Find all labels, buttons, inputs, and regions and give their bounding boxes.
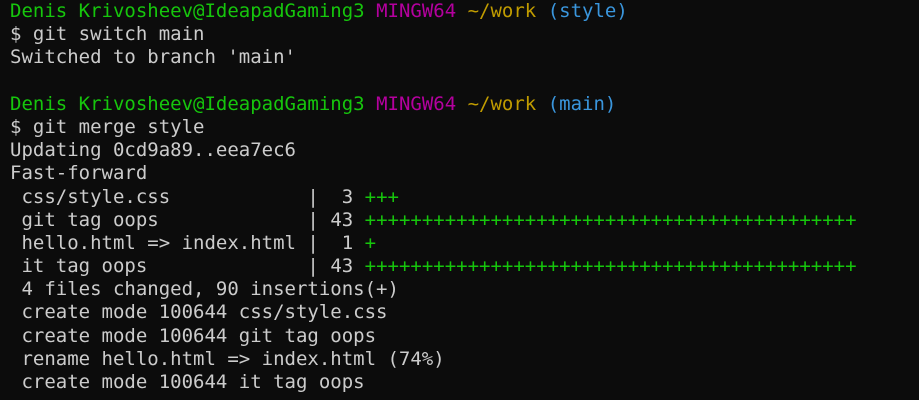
diffstat-row: git tag oops | 43 ++++++++++++++++++++++…: [10, 209, 919, 232]
merge-updating: Updating 0cd9a89..eea7ec6: [10, 139, 296, 162]
terminal-window[interactable]: Denis Krivosheev@IdeapadGaming3 MINGW64 …: [0, 0, 919, 400]
merge-mode: Fast-forward: [10, 162, 148, 185]
mode-line: rename hello.html => index.html (74%): [10, 347, 445, 370]
prompt-user-host: Denis Krivosheev@IdeapadGaming3: [10, 0, 365, 22]
diffstat-count: 43: [318, 208, 354, 231]
diffstat-file: hello.html => index.html: [10, 231, 308, 254]
diffstat-row: hello.html => index.html | 1 +: [10, 232, 919, 255]
merge-summary: 4 files changed, 90 insertions(+): [10, 278, 399, 301]
prompt-branch: (style): [547, 0, 628, 22]
diffstat-bar: ++++++++++++++++++++++++++++++++++++++++…: [364, 208, 857, 231]
diffstat-bar: ++++++++++++++++++++++++++++++++++++++++…: [364, 255, 857, 278]
prompt-system: MINGW64: [376, 0, 457, 22]
diffstat-file: it tag oops: [10, 255, 308, 278]
prompt-line: Denis Krivosheev@IdeapadGaming3 MINGW64 …: [10, 93, 919, 116]
diffstat-count: 3: [318, 185, 354, 208]
diffstat-file: git tag oops: [10, 208, 308, 231]
diffstat-row: css/style.css | 3 +++: [10, 186, 919, 209]
diffstat-count: 43: [318, 255, 354, 278]
mode-line: create mode 100644 it tag oops: [10, 371, 365, 393]
diffstat-bar: +: [364, 231, 377, 254]
prompt-user-host: Denis Krivosheev@IdeapadGaming3: [10, 92, 365, 115]
diffstat-file: css/style.css: [10, 185, 308, 208]
diffstat-bar: +++: [364, 185, 399, 208]
prompt-system: MINGW64: [376, 92, 457, 115]
mode-line: create mode 100644 css/style.css: [10, 301, 388, 324]
prompt-directory: ~/work: [467, 92, 537, 115]
command-line: $ git merge style: [10, 115, 205, 138]
diffstat-separator: |: [307, 255, 319, 278]
prompt-line: Denis Krivosheev@IdeapadGaming3 MINGW64 …: [10, 0, 919, 23]
prompt-branch: (main): [547, 92, 617, 115]
mode-line: create mode 100644 git tag oops: [10, 324, 377, 347]
prompt-directory: ~/work: [467, 0, 537, 22]
command-line: $ git switch main: [10, 23, 205, 46]
diffstat-separator: |: [307, 231, 319, 254]
diffstat-separator: |: [307, 208, 319, 231]
diffstat-count: 1: [318, 231, 354, 254]
command-output: Switched to branch 'main': [10, 46, 296, 69]
diffstat-row: it tag oops | 43 +++++++++++++++++++++++…: [10, 255, 919, 278]
diffstat-separator: |: [307, 185, 319, 208]
